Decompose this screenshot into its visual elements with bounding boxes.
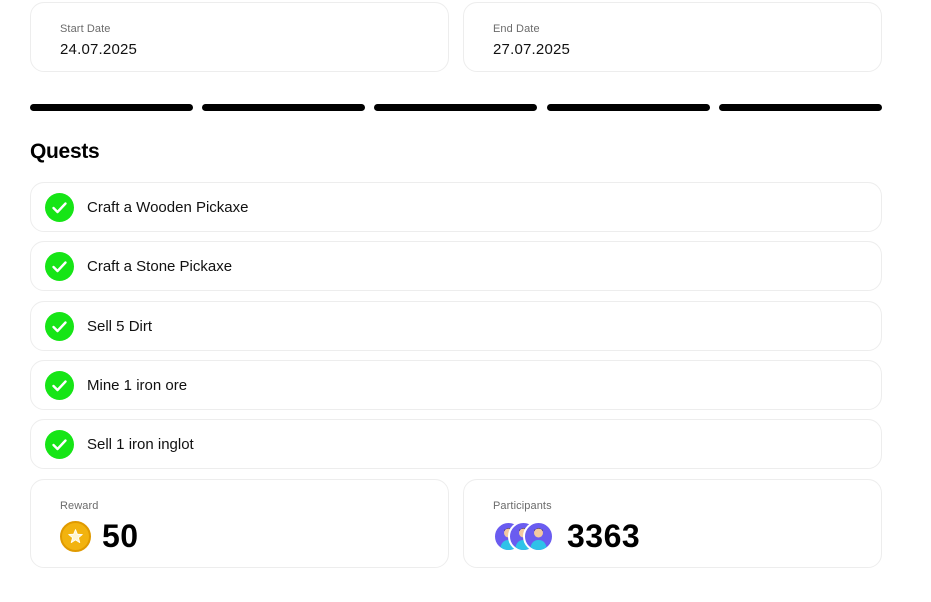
participants-value: 3363 <box>567 518 641 554</box>
end-date-value: 27.07.2025 <box>493 41 571 58</box>
progress-segment <box>719 104 882 111</box>
participants-card: Participants 3363 <box>463 479 882 568</box>
start-date-card: Start Date 24.07.2025 <box>30 2 449 72</box>
participants-label: Participants <box>493 500 552 512</box>
quest-label: Mine 1 iron ore <box>87 377 188 394</box>
end-date-label: End Date <box>493 23 540 35</box>
quest-item[interactable]: Sell 5 Dirt <box>30 301 882 351</box>
progress-segment <box>202 104 365 111</box>
quest-item[interactable]: Mine 1 iron ore <box>30 360 882 410</box>
check-icon <box>45 430 74 459</box>
quest-label: Sell 5 Dirt <box>87 318 153 335</box>
quest-item[interactable]: Craft a Stone Pickaxe <box>30 241 882 291</box>
quest-item[interactable]: Craft a Wooden Pickaxe <box>30 182 882 232</box>
progress-segment <box>30 104 193 111</box>
reward-value: 50 <box>102 518 139 554</box>
check-icon <box>45 252 74 281</box>
reward-label: Reward <box>60 500 99 512</box>
reward-card: Reward 50 <box>30 479 449 568</box>
star-coin-icon <box>60 521 91 552</box>
check-icon <box>45 312 74 341</box>
avatar <box>523 521 554 552</box>
check-icon <box>45 193 74 222</box>
quest-item[interactable]: Sell 1 iron inglot <box>30 419 882 469</box>
progress-segment <box>547 104 710 111</box>
quest-label: Sell 1 iron inglot <box>87 436 194 453</box>
progress-segment <box>374 104 537 111</box>
quests-title: Quests <box>30 140 100 163</box>
start-date-label: Start Date <box>60 23 111 35</box>
end-date-card: End Date 27.07.2025 <box>463 2 882 72</box>
quest-label: Craft a Wooden Pickaxe <box>87 199 249 216</box>
start-date-value: 24.07.2025 <box>60 41 138 58</box>
check-icon <box>45 371 74 400</box>
quest-label: Craft a Stone Pickaxe <box>87 258 233 275</box>
